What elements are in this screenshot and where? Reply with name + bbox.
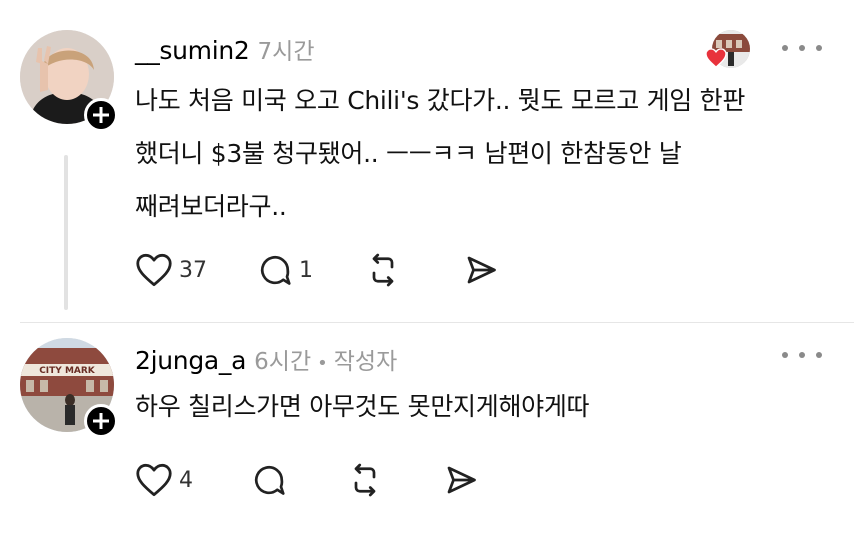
username[interactable]: 2junga_a bbox=[135, 346, 246, 375]
like-count: 4 bbox=[179, 467, 193, 493]
more-icon bbox=[782, 352, 788, 358]
timestamp: 6시간 bbox=[254, 349, 312, 375]
heart-icon bbox=[136, 463, 172, 497]
share-icon bbox=[447, 466, 476, 494]
plus-icon bbox=[93, 413, 109, 429]
follow-plus-button[interactable] bbox=[84, 404, 118, 438]
comment-icon bbox=[254, 465, 285, 495]
reply-button[interactable] bbox=[251, 462, 347, 498]
separator-dot: • bbox=[317, 353, 328, 374]
repost-icon bbox=[354, 463, 376, 497]
action-bar: 4 bbox=[135, 462, 479, 498]
comment-2: CITY MARK 2junga_a 6시간 • 작성자 하우 칠리스가면 아무… bbox=[0, 0, 854, 544]
repost-button[interactable] bbox=[347, 462, 443, 498]
more-options-button[interactable] bbox=[782, 345, 822, 365]
comment-header: 2junga_a 6시간 • 작성자 bbox=[135, 342, 397, 376]
share-button[interactable] bbox=[443, 462, 479, 498]
like-button[interactable]: 4 bbox=[135, 463, 251, 497]
author-tag: 작성자 bbox=[333, 349, 398, 375]
avatar-sign-text: CITY MARK bbox=[39, 366, 96, 376]
comment-text: 하우 칠리스가면 아무것도 못만지게해야게따 bbox=[135, 392, 590, 421]
